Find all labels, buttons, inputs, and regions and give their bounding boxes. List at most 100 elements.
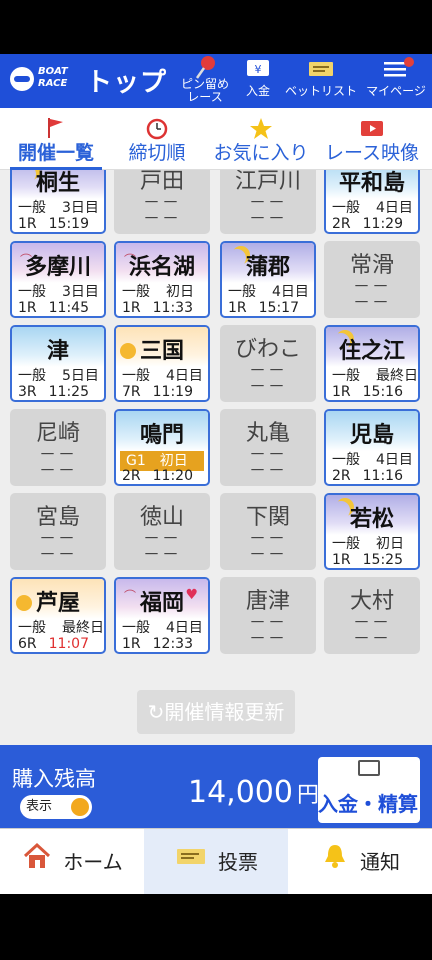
toggle-label: 表示	[26, 799, 53, 814]
next-race: 1R 15:25	[332, 552, 403, 568]
nav-notifications-label: 通知	[360, 850, 400, 874]
next-race: 1R 11:45	[18, 300, 89, 316]
venue-card[interactable]: 丸亀 －－ －－	[220, 409, 316, 486]
deposit-icon	[358, 760, 380, 776]
bet-list-label: ベットリスト	[284, 84, 357, 98]
venue-name: 鳴門	[139, 423, 184, 448]
refresh-label: 開催情報更新	[164, 700, 285, 724]
race-number: 1R	[332, 384, 351, 400]
venue-card[interactable]: 徳山 －－ －－	[114, 493, 210, 570]
next-race: 2R 11:29	[332, 216, 403, 232]
venue-card[interactable]: びわこ －－ －－	[220, 325, 316, 402]
day: 初日	[166, 284, 194, 300]
tab-deadline[interactable]: 締切順	[122, 108, 192, 170]
venue-card[interactable]: 下関 －－ －－	[220, 493, 316, 570]
venue-card[interactable]: 住之江 一般 最終日 1R 15:16	[324, 325, 420, 402]
venue-card[interactable]: 尼崎 －－ －－	[10, 409, 106, 486]
venue-status: －－ －－	[249, 529, 287, 565]
boatrace-logo[interactable]: BOAT RACE	[10, 64, 74, 94]
grade: 一般	[18, 620, 46, 636]
home-icon	[21, 831, 53, 897]
nav-notifications[interactable]: 通知	[288, 829, 432, 895]
venue-name: 桐生	[35, 171, 80, 196]
grade-day: 一般 最終日	[18, 619, 104, 637]
race-number: 2R	[332, 216, 351, 232]
grade: 一般	[18, 368, 46, 384]
next-race: 1R 12:33	[122, 636, 193, 652]
venue-card[interactable]: 唐津 －－ －－	[220, 577, 316, 654]
tab-schedule[interactable]: 開催一覧	[10, 108, 102, 170]
race-number: 7R	[122, 384, 141, 400]
venue-status: －－ －－	[143, 529, 181, 565]
venue-card[interactable]: 江戸川 －－ －－	[220, 170, 316, 234]
race-number: 2R	[332, 468, 351, 484]
day: 最終日	[62, 620, 104, 636]
venue-card[interactable]: 若松 一般 初日 1R 15:25	[324, 493, 420, 570]
next-race: 1R 11:33	[122, 300, 193, 316]
venue-card[interactable]: 津一般 5日目 3R 11:25	[10, 325, 106, 402]
venue-card[interactable]: 蒲郡 一般 4日目 1R 15:17	[220, 241, 316, 318]
venue-card[interactable]: ⌒ 浜名湖 一般 初日 1R 11:33	[114, 241, 210, 318]
page-title: トップ	[86, 68, 168, 98]
tab-race-video[interactable]: レース映像	[320, 108, 424, 170]
balance-amount-wrap: 14,000 円	[188, 775, 319, 810]
tab-favorites[interactable]: お気に入り	[208, 108, 314, 170]
venue-card[interactable]: ⌒ ♥ 福岡 一般 4日目 1R 12:33	[114, 577, 210, 654]
race-number: 1R	[18, 216, 37, 232]
deadline-time: 11:29	[362, 216, 403, 232]
venue-card[interactable]: ⌒ 多摩川 一般 3日目 1R 11:45	[10, 241, 106, 318]
race-number: 2R	[122, 468, 141, 484]
next-race: 1R 15:19	[18, 216, 89, 232]
bet-list-button[interactable]: ベットリスト	[284, 54, 358, 108]
venue-status: －－ －－	[39, 529, 77, 565]
deadline-time: 12:33	[152, 636, 193, 652]
next-race: 6R 11:07	[18, 636, 89, 652]
venue-card[interactable]: 鳴門 G1 初日 2R 11:20	[114, 409, 210, 486]
venue-card[interactable]: 大村 －－ －－	[324, 577, 420, 654]
venue-name: 児島	[349, 423, 394, 448]
venue-card[interactable]: 常滑 －－ －－	[324, 241, 420, 318]
day: 4日目	[272, 284, 309, 300]
grade-day: 一般 初日	[122, 283, 194, 301]
grade: 一般	[18, 284, 46, 300]
deadline-time: 11:45	[48, 300, 89, 316]
day: 4日目	[376, 200, 413, 216]
grade-day: 一般 3日目	[18, 199, 99, 217]
balance-visibility-toggle[interactable]: 表示	[20, 795, 92, 819]
venue-name: 江戸川	[234, 170, 301, 194]
venue-card[interactable]: 桐生一般 3日目 1R 15:19	[10, 170, 106, 234]
nav-home[interactable]: ホーム	[0, 829, 144, 895]
venue-card[interactable]: 宮島 －－ －－	[10, 493, 106, 570]
venue-name: 唐津	[245, 589, 290, 614]
venue-card[interactable]: 児島 一般 4日目 2R 11:16	[324, 409, 420, 486]
pin-icon	[174, 54, 236, 84]
deadline-time: 11:16	[362, 468, 403, 484]
nav-vote[interactable]: 投票	[144, 829, 288, 895]
race-number: 1R	[228, 300, 247, 316]
pinned-races-button[interactable]: ピン留め レース	[174, 54, 236, 108]
venue-name: 芦屋	[35, 591, 80, 616]
day: 4日目	[166, 620, 203, 636]
balance-amount: 14,000	[188, 775, 293, 810]
race-number: 1R	[332, 552, 351, 568]
day: 3日目	[62, 284, 99, 300]
venue-card[interactable]: 平和島 一般 4日目 2R 11:29	[324, 170, 420, 234]
mypage-button[interactable]: マイページ	[362, 54, 430, 108]
venue-card[interactable]: 三国 一般 4日目 7R 11:19	[114, 325, 210, 402]
venue-name: 大村	[349, 589, 394, 614]
header-deposit-label: 入金	[245, 84, 270, 98]
grade-day: 一般 初日	[332, 535, 404, 553]
tab-race-video-label: レース映像	[324, 142, 420, 164]
ticket-icon	[174, 831, 208, 897]
bell-icon	[320, 831, 350, 897]
header-deposit-button[interactable]: ¥ 入金	[240, 54, 276, 108]
logo-text: BOAT RACE	[38, 66, 68, 89]
refresh-button[interactable]: ↻開催情報更新	[137, 690, 295, 734]
bottom-nav: ホーム 投票 通知	[0, 828, 432, 895]
grade-day: 一般 4日目	[122, 619, 203, 637]
venue-card[interactable]: 戸田 －－ －－	[114, 170, 210, 234]
balance-label: 購入残高	[12, 767, 96, 791]
venue-name: 福岡	[139, 591, 184, 616]
venue-card[interactable]: 芦屋一般 最終日 6R 11:07	[10, 577, 106, 654]
deposit-settle-button[interactable]: 入金・精算	[318, 757, 420, 823]
